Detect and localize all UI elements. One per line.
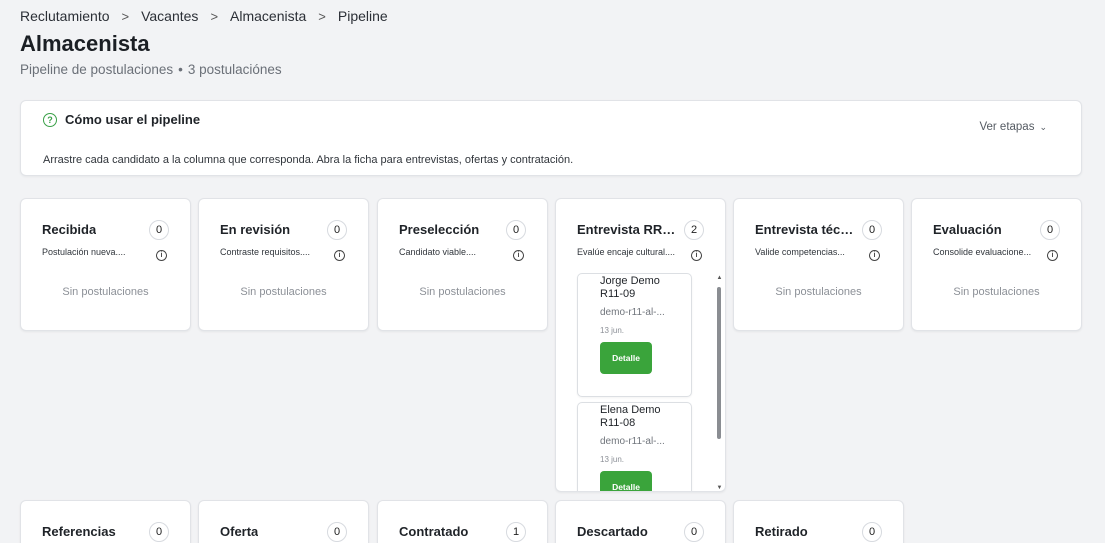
info-icon[interactable]: i — [334, 250, 345, 261]
chevron-right-icon: > — [210, 8, 219, 24]
column-count-badge: 0 — [684, 522, 704, 542]
column-title: Entrevista RRHH — [577, 222, 679, 237]
pipeline-column-retirado[interactable]: Retirado 0 — [733, 500, 904, 543]
candidate-card[interactable]: Elena Demo R11-08 demo-r11-al-... 13 jun… — [577, 402, 692, 491]
info-icon[interactable]: i — [513, 250, 524, 261]
chevron-right-icon: > — [121, 8, 130, 24]
candidate-card[interactable]: Jorge Demo R11-09 demo-r11-al-... 13 jun… — [577, 273, 692, 397]
view-stages-toggle[interactable]: Ver etapas ⌄ — [979, 121, 1047, 133]
candidate-list: Jorge Demo R11-09 demo-r11-al-... 13 jun… — [576, 273, 722, 491]
empty-state-label: Sin postulaciones — [62, 286, 149, 298]
pipeline-column-referencias[interactable]: Referencias 0 — [20, 500, 191, 543]
breadcrumb-item-vacantes[interactable]: Vacantes — [141, 8, 198, 24]
column-title: Entrevista técn... — [755, 222, 857, 237]
view-stages-label: Ver etapas — [979, 121, 1035, 133]
help-title: Cómo usar el pipeline — [65, 112, 201, 127]
info-icon[interactable]: i — [156, 250, 167, 261]
column-count-badge: 0 — [327, 522, 347, 542]
candidate-date: 13 jun. — [600, 326, 625, 335]
pipeline-column-recibida[interactable]: Recibida 0 Postulación nueva.... i Sin p… — [20, 198, 191, 331]
column-count-badge: 0 — [1040, 220, 1060, 240]
column-count-badge: 0 — [506, 220, 526, 240]
column-count-badge: 0 — [149, 522, 169, 542]
applications-count: 3 postulaciónes — [187, 62, 282, 77]
column-count-badge: 0 — [862, 220, 882, 240]
candidate-code: demo-r11-al-... — [600, 436, 665, 447]
empty-state-label: Sin postulaciones — [240, 286, 327, 298]
column-title: Preselección — [399, 222, 480, 237]
column-title: Retirado — [755, 524, 808, 539]
column-title: Referencias — [42, 524, 116, 539]
chevron-down-icon: ⌄ — [1039, 121, 1047, 132]
column-title: Evaluación — [933, 222, 1002, 237]
page-subtitle: Pipeline de postulaciones • 3 postulacióne… — [20, 62, 282, 77]
scroll-up-arrow-icon[interactable]: ▲ — [715, 275, 724, 281]
column-description: Contraste requisitos.... — [220, 247, 311, 257]
pipeline-column-oferta[interactable]: Oferta 0 — [198, 500, 369, 543]
info-icon[interactable]: i — [869, 250, 880, 261]
help-text: Arrastre cada candidato a la columna que… — [43, 154, 574, 166]
column-count-badge: 2 — [684, 220, 704, 240]
subtitle-label: Pipeline de postulaciones — [20, 62, 174, 77]
detail-button[interactable]: Detalle — [600, 471, 652, 491]
column-title: En revisión — [220, 222, 291, 237]
breadcrumb: Reclutamiento > Vacantes > Almacenista >… — [20, 8, 388, 24]
scrollbar-thumb[interactable] — [717, 287, 721, 439]
chevron-right-icon: > — [318, 8, 326, 24]
empty-state-label: Sin postulaciones — [775, 286, 862, 298]
question-circle-icon: ? — [43, 112, 57, 127]
column-count-badge: 0 — [327, 220, 347, 240]
column-title: Oferta — [220, 524, 259, 539]
column-description: Evalúe encaje cultural.... — [577, 247, 676, 257]
breadcrumb-item-reclutamiento[interactable]: Reclutamiento — [20, 8, 110, 24]
pipeline-column-entrevista-tecnica[interactable]: Entrevista técn... 0 Valide competencias… — [733, 198, 904, 331]
empty-state-label: Sin postulaciones — [953, 286, 1040, 298]
column-description: Consolide evaluacione... — [933, 247, 1032, 257]
column-title: Descartado — [577, 524, 648, 539]
column-title: Recibida — [42, 222, 97, 237]
info-icon[interactable]: i — [691, 250, 702, 261]
detail-button[interactable]: Detalle — [600, 342, 652, 374]
pipeline-column-entrevista-rrhh[interactable]: Entrevista RRHH 2 Evalúe encaje cultural… — [555, 198, 726, 492]
scroll-down-arrow-icon[interactable]: ▼ — [715, 485, 724, 491]
column-description: Valide competencias... — [755, 247, 845, 257]
pipeline-column-descartado[interactable]: Descartado 0 — [555, 500, 726, 543]
help-header: ? Cómo usar el pipeline — [43, 112, 200, 127]
help-card: ? Cómo usar el pipeline Ver etapas ⌄ Arr… — [20, 100, 1082, 176]
candidate-code: demo-r11-al-... — [600, 307, 665, 318]
pipeline-column-evaluacion[interactable]: Evaluación 0 Consolide evaluacione... i … — [911, 198, 1082, 331]
column-description: Candidato viable.... — [399, 247, 477, 257]
info-icon[interactable]: i — [1047, 250, 1058, 261]
breadcrumb-item-pipeline: Pipeline — [337, 8, 388, 24]
column-description: Postulación nueva.... — [42, 247, 126, 257]
candidate-name: Elena Demo R11-08 — [600, 404, 661, 429]
column-count-badge: 1 — [506, 522, 526, 542]
pipeline-column-preseleccion[interactable]: Preselección 0 Candidato viable.... i Si… — [377, 198, 548, 331]
column-title: Contratado — [399, 524, 469, 539]
pipeline-column-en-revision[interactable]: En revisión 0 Contraste requisitos.... i… — [198, 198, 369, 331]
subtitle-separator: • — [178, 62, 183, 77]
page-title: Almacenista — [20, 31, 150, 56]
breadcrumb-item-almacenista[interactable]: Almacenista — [230, 8, 306, 24]
column-count-badge: 0 — [149, 220, 169, 240]
empty-state-label: Sin postulaciones — [419, 286, 506, 298]
candidate-name: Jorge Demo R11-09 — [600, 275, 660, 300]
column-scrollbar[interactable]: ▲ ▼ — [715, 275, 724, 491]
pipeline-column-contratado[interactable]: Contratado 1 — [377, 500, 548, 543]
column-count-badge: 0 — [862, 522, 882, 542]
candidate-date: 13 jun. — [600, 455, 625, 464]
